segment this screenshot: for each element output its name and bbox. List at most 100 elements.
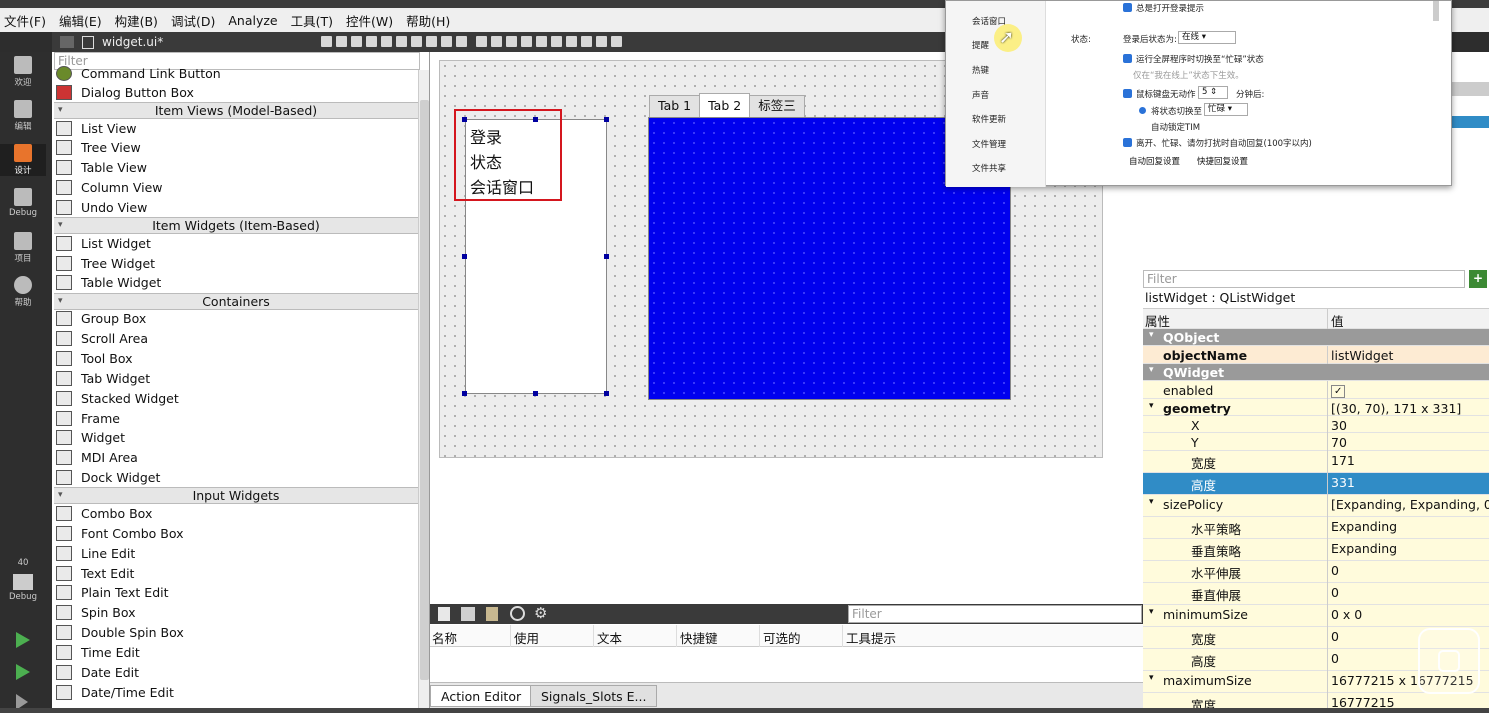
mode-2[interactable]: 设计 [0,144,46,176]
widget-item-undo-view[interactable]: Undo View [56,197,147,217]
column-header[interactable]: 工具提示 [846,628,896,647]
delete-icon[interactable] [510,606,525,621]
expand-arrow-icon[interactable]: ▾ [1149,673,1154,683]
property-row[interactable]: Y 70 [1143,433,1489,451]
toolbar-tool-icon[interactable] [611,36,622,47]
property-value[interactable]: 0 [1331,651,1339,666]
idle-minutes-spinbox[interactable]: 5 ⇕ [1198,86,1228,99]
mode-5[interactable]: 帮助 [0,276,46,308]
gear-icon[interactable]: ⚙ [534,604,547,622]
property-value[interactable]: 16777215 [1331,695,1395,708]
property-row[interactable]: 垂直伸展 0 [1143,582,1489,605]
property-row[interactable]: enabled ✓ [1143,381,1489,399]
paste-icon[interactable] [486,607,498,621]
widget-item-spin-box[interactable]: Spin Box [56,603,135,623]
toolbar-tool-icon[interactable] [491,36,502,47]
settings-item-update[interactable]: 软件更新 [972,113,1006,125]
menu-item[interactable]: 编辑(E) [59,11,102,30]
tab-1[interactable]: Tab 1 [649,95,701,117]
toolbar-tool-icon[interactable] [336,36,347,47]
checkbox-icon[interactable] [1123,138,1132,147]
property-group-row[interactable]: ▾ QObject [1143,329,1489,347]
auto-reply-settings-button[interactable]: 自动回复设置 [1129,155,1180,167]
widget-item-tree-view[interactable]: Tree View [56,138,141,158]
toolbar-tool-icon[interactable] [381,36,392,47]
enabled-checkbox[interactable]: ✓ [1331,385,1346,399]
settings-item-files[interactable]: 文件管理 [972,138,1006,150]
debug-run-icon[interactable] [16,664,30,680]
new-action-icon[interactable] [438,607,450,621]
column-header[interactable]: 可选的 [763,628,801,647]
file-tab-name[interactable]: widget.ui* [102,35,163,49]
toolbar-tool-icon[interactable] [321,36,332,47]
resize-handle[interactable] [604,117,609,122]
widget-item-tab-widget[interactable]: Tab Widget [56,368,150,388]
resize-handle[interactable] [533,391,538,396]
settings-item-hotkey[interactable]: 热键 [972,64,989,76]
widget-item-tree-widget[interactable]: Tree Widget [56,253,155,273]
property-row[interactable]: ▾ geometry [(30, 70), 171 x 331] [1143,398,1489,416]
resize-handle[interactable] [604,391,609,396]
widget-item-mdi-area[interactable]: MDI Area [56,448,138,468]
mode-debug-target[interactable]: Debug [0,574,46,602]
widget-item-column-view[interactable]: Column View [56,178,163,198]
after-login-select[interactable]: 在线 ▾ [1178,31,1236,44]
column-header[interactable]: 文本 [597,628,622,647]
menu-item[interactable]: 控件(W) [346,11,393,30]
property-group-row[interactable]: ▾ QWidget [1143,363,1489,382]
widget-item-list-widget[interactable]: List Widget [56,233,151,253]
column-header[interactable]: 快捷键 [680,628,718,647]
property-value[interactable]: 0 [1331,563,1339,578]
toolbar-tool-icon[interactable] [351,36,362,47]
property-row[interactable]: X 30 [1143,416,1489,434]
widget-item-table-widget[interactable]: Table Widget [56,273,161,293]
toolbar-tool-icon[interactable] [551,36,562,47]
property-row[interactable]: 宽度 171 [1143,450,1489,473]
column-header[interactable]: 使用 [514,628,539,647]
widget-item-dock-widget[interactable]: Dock Widget [56,468,160,488]
tab-2[interactable]: Tab 2 [699,93,751,117]
toolbar-tool-icon[interactable] [411,36,422,47]
toolbar-tool-icon[interactable] [476,36,487,47]
widget-item-line-edit[interactable]: Line Edit [56,543,135,563]
property-row[interactable]: 垂直策略 Expanding [1143,538,1489,561]
menu-item[interactable]: 调试(D) [171,11,215,30]
widget-item-command-link-button[interactable]: Command Link Button [56,63,221,83]
widget-item-time-edit[interactable]: Time Edit [56,642,140,662]
action-filter-input[interactable]: Filter [848,605,1142,623]
menu-item[interactable]: 帮助(H) [406,11,450,30]
toolbar-tool-icon[interactable] [536,36,547,47]
widget-category-header[interactable]: Containers [54,292,418,310]
radio-icon[interactable] [1139,107,1146,114]
widget-item-date-edit[interactable]: Date Edit [56,662,139,682]
property-value[interactable]: [(30, 70), 171 x 331] [1331,401,1461,416]
quick-reply-settings-button[interactable]: 快捷回复设置 [1197,155,1248,167]
widget-item-widget[interactable]: Widget [56,428,125,448]
property-value[interactable]: 331 [1331,475,1355,490]
property-value[interactable]: Expanding [1331,519,1397,534]
switch-status-select[interactable]: 忙碌 ▾ [1204,103,1248,116]
toolbar-tool-icon[interactable] [441,36,452,47]
property-value[interactable]: 30 [1331,418,1347,433]
property-row[interactable]: ▾ sizePolicy [Expanding, Expanding, 0, 0] [1143,494,1489,517]
scrollbar-thumb[interactable] [420,100,429,680]
widget-item-list-view[interactable]: List View [56,118,137,138]
tab-action-editor[interactable]: Action Editor [430,685,533,707]
widget-item-tool-box[interactable]: Tool Box [56,349,133,369]
property-value[interactable]: 171 [1331,453,1355,468]
property-row[interactable]: 水平策略 Expanding [1143,516,1489,539]
widget-item-table-view[interactable]: Table View [56,158,147,178]
resize-handle[interactable] [604,254,609,259]
toolbar-tool-icon[interactable] [426,36,437,47]
property-row[interactable]: 水平伸展 0 [1143,560,1489,583]
widget-box-scrollbar[interactable] [418,70,429,708]
widget-item-font-combo-box[interactable]: Font Combo Box [56,523,184,543]
widget-category-header[interactable]: Item Widgets (Item-Based) [54,217,418,235]
tab-signals-slots[interactable]: Signals_Slots E... [530,685,658,707]
column-header[interactable]: 名称 [432,628,457,647]
settings-item-share[interactable]: 文件共享 [972,162,1006,174]
property-value[interactable]: 70 [1331,435,1347,450]
property-value[interactable]: 0 x 0 [1331,607,1362,622]
property-value[interactable]: Expanding [1331,541,1397,556]
toolbar-tool-icon[interactable] [566,36,577,47]
